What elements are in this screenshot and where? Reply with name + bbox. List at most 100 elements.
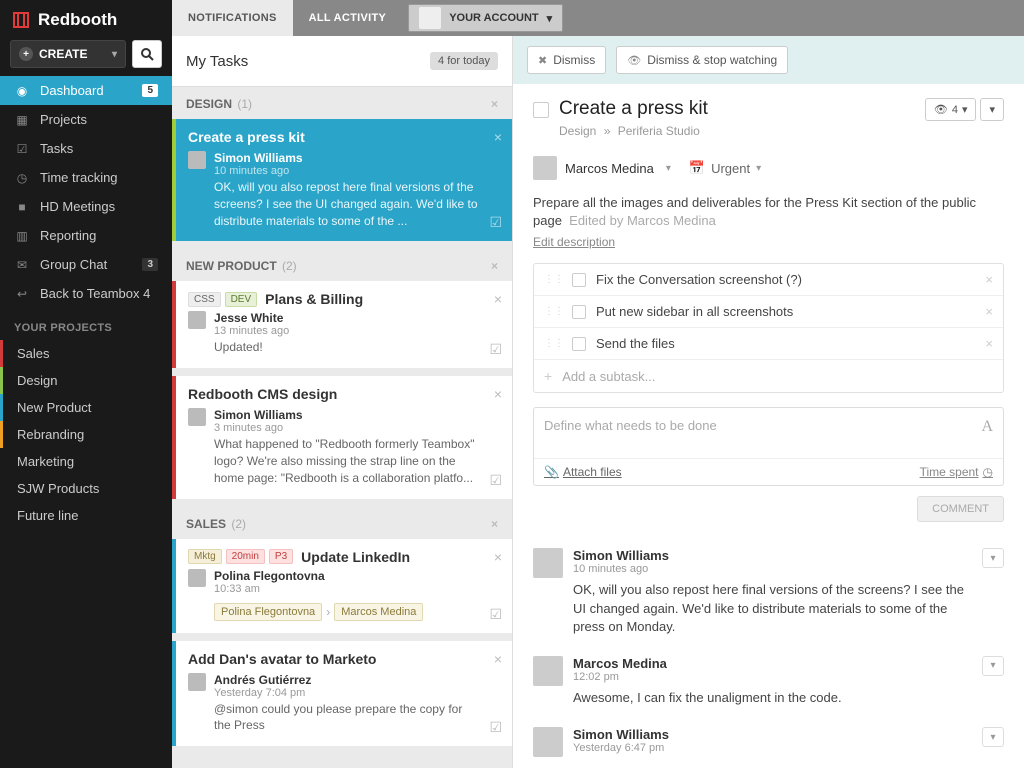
- assign-from: Polina Flegontovna: [214, 603, 322, 621]
- badge: 5: [142, 84, 158, 97]
- account-menu[interactable]: YOUR ACCOUNT ▾: [408, 4, 563, 32]
- excerpt: Updated!: [214, 339, 482, 356]
- avatar: [188, 311, 206, 329]
- chevron-down-icon: ▾: [962, 103, 968, 116]
- comment-menu[interactable]: ▾: [982, 548, 1004, 568]
- assignee-picker[interactable]: Marcos Medina ▾: [533, 156, 671, 180]
- close-icon[interactable]: ×: [494, 651, 502, 667]
- group-name: DESIGN (1): [186, 97, 252, 111]
- project-new-product[interactable]: New Product: [0, 394, 172, 421]
- task-card[interactable]: ×Create a press kitSimon Williams10 minu…: [172, 119, 512, 241]
- format-icon[interactable]: A: [981, 418, 993, 436]
- task-title[interactable]: Create a press kit: [559, 98, 915, 120]
- drag-handle-icon[interactable]: ⋮⋮: [544, 338, 564, 349]
- task-card[interactable]: ×Redbooth CMS designSimon Williams3 minu…: [172, 376, 512, 498]
- nav-group-chat[interactable]: ✉Group Chat3: [0, 250, 172, 279]
- tag: CSS: [188, 292, 221, 307]
- comment-submit-button[interactable]: COMMENT: [917, 496, 1004, 522]
- nav-back-to-teambox-4[interactable]: ↩Back to Teambox 4: [0, 279, 172, 308]
- comment-input[interactable]: Define what needs to be done A: [534, 408, 1003, 458]
- close-icon[interactable]: ×: [494, 549, 502, 565]
- priority-picker[interactable]: 📅 Urgent ▾: [689, 160, 761, 176]
- breadcrumb-client[interactable]: Periferia Studio: [618, 124, 700, 138]
- close-icon[interactable]: ×: [494, 129, 502, 145]
- chevron-down-icon: ▾: [547, 12, 553, 25]
- nav-tasks[interactable]: ☑Tasks: [0, 134, 172, 163]
- detail-pane: ✖Dismiss 👁Dismiss & stop watching Create…: [512, 36, 1024, 768]
- close-icon[interactable]: ×: [494, 291, 502, 307]
- drag-handle-icon[interactable]: ⋮⋮: [544, 274, 564, 285]
- tasks-today-pill[interactable]: 4 for today: [430, 52, 498, 70]
- dismiss-stop-button[interactable]: 👁Dismiss & stop watching: [616, 46, 788, 74]
- comment-menu[interactable]: ▾: [982, 727, 1004, 747]
- more-menu-button[interactable]: ▾: [980, 98, 1004, 121]
- delete-icon[interactable]: ×: [985, 304, 993, 319]
- task-card[interactable]: ×Mktg20minP3Update LinkedInPolina Flegon…: [172, 539, 512, 633]
- task-card[interactable]: ×Add Dan's avatar to MarketoAndrés Gutié…: [172, 641, 512, 747]
- attach-files-link[interactable]: 📎Attach files: [544, 465, 622, 479]
- chevron-down-icon: ▾: [989, 103, 995, 116]
- delete-icon[interactable]: ×: [985, 336, 993, 351]
- tag: P3: [269, 549, 293, 564]
- avatar: [188, 569, 206, 587]
- edit-description-link[interactable]: Edit description: [533, 235, 615, 249]
- task-complete-checkbox[interactable]: [533, 102, 549, 118]
- time-spent-link[interactable]: Time spent◷: [920, 465, 993, 479]
- create-button[interactable]: + CREATE ▾: [10, 40, 126, 68]
- subtask-checkbox[interactable]: [572, 273, 586, 287]
- subtask-row[interactable]: ⋮⋮Fix the Conversation screenshot (?)×: [534, 264, 1003, 296]
- nav-hd-meetings[interactable]: ■HD Meetings: [0, 192, 172, 221]
- chevron-down-icon: ▾: [666, 163, 671, 174]
- project-rebranding[interactable]: Rebranding: [0, 421, 172, 448]
- check-icon[interactable]: ☑: [489, 214, 502, 231]
- comment: Simon Williams10 minutes agoOK, will you…: [533, 538, 1004, 646]
- search-button[interactable]: [132, 40, 162, 68]
- badge: 3: [142, 258, 158, 271]
- dismiss-button[interactable]: ✖Dismiss: [527, 46, 606, 74]
- brand-name: Redbooth: [38, 10, 117, 30]
- nav-icon: ↩: [14, 287, 30, 301]
- group-name: NEW PRODUCT (2): [186, 259, 297, 273]
- subtask-row[interactable]: ⋮⋮Send the files×: [534, 328, 1003, 360]
- nav-time-tracking[interactable]: ◷Time tracking: [0, 163, 172, 192]
- project-sjw-products[interactable]: SJW Products: [0, 475, 172, 502]
- redbooth-icon: [12, 11, 30, 29]
- close-icon[interactable]: ×: [491, 517, 498, 531]
- close-icon[interactable]: ×: [491, 259, 498, 273]
- project-marketing[interactable]: Marketing: [0, 448, 172, 475]
- tasks-column: My Tasks 4 for today DESIGN (1)××Create …: [172, 36, 512, 768]
- subtask-checkbox[interactable]: [572, 337, 586, 351]
- nav-icon: ✉: [14, 258, 30, 272]
- check-icon[interactable]: ☑: [489, 341, 502, 358]
- tag: 20min: [226, 549, 265, 564]
- close-icon[interactable]: ×: [494, 386, 502, 402]
- task-description: Prepare all the images and deliverables …: [533, 194, 1004, 230]
- timestamp: 13 minutes ago: [214, 325, 482, 337]
- subtask-row[interactable]: ⋮⋮Put new sidebar in all screenshots×: [534, 296, 1003, 328]
- check-icon[interactable]: ☑: [489, 472, 502, 489]
- comment-author: Marcos Medina: [573, 656, 972, 671]
- subtask-checkbox[interactable]: [572, 305, 586, 319]
- check-icon[interactable]: ☑: [489, 719, 502, 736]
- delete-icon[interactable]: ×: [985, 272, 993, 287]
- add-subtask[interactable]: +Add a subtask...: [534, 360, 1003, 392]
- project-future-line[interactable]: Future line: [0, 502, 172, 529]
- nav-reporting[interactable]: ▥Reporting: [0, 221, 172, 250]
- tab-notifications[interactable]: NOTIFICATIONS: [172, 0, 293, 36]
- nav-projects[interactable]: ▦Projects: [0, 105, 172, 134]
- task-card[interactable]: ×CSSDEVPlans & BillingJesse White13 minu…: [172, 281, 512, 368]
- author: Simon Williams: [214, 151, 482, 165]
- nav-dashboard[interactable]: ◉Dashboard5: [0, 76, 172, 105]
- tab-all-activity[interactable]: ALL ACTIVITY: [293, 0, 403, 36]
- comment-text: Awesome, I can fix the unaligment in the…: [573, 689, 972, 707]
- drag-handle-icon[interactable]: ⋮⋮: [544, 306, 564, 317]
- eye-slash-icon: 👁: [627, 54, 641, 67]
- watchers-button[interactable]: 👁4▾: [925, 98, 977, 121]
- breadcrumb-project[interactable]: Design: [559, 124, 596, 138]
- comment-menu[interactable]: ▾: [982, 656, 1004, 676]
- project-sales[interactable]: Sales: [0, 340, 172, 367]
- project-design[interactable]: Design: [0, 367, 172, 394]
- close-icon[interactable]: ×: [491, 97, 498, 111]
- check-icon[interactable]: ☑: [489, 606, 502, 623]
- projects-section-label: YOUR PROJECTS: [0, 308, 172, 340]
